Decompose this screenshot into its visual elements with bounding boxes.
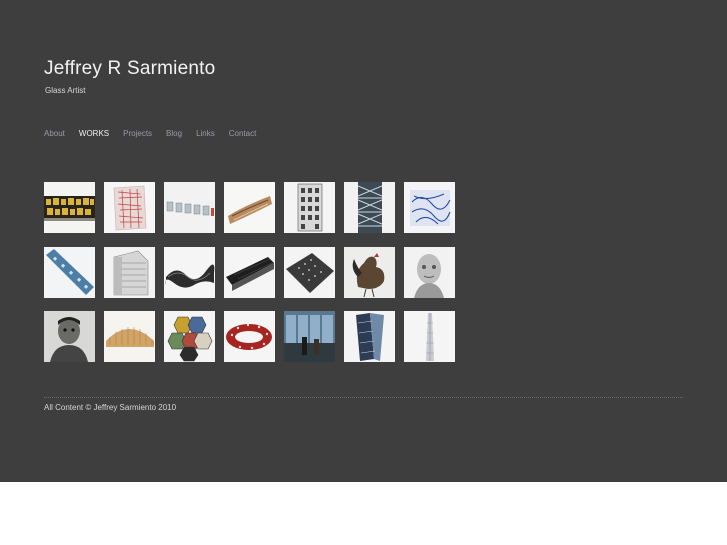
gallery-thumbnail[interactable]	[224, 247, 275, 298]
nav-links[interactable]: Links	[196, 129, 215, 138]
curved-glass-image	[224, 182, 275, 233]
gallery-thumbnail[interactable]	[104, 182, 155, 233]
gallery-thumbnail[interactable]	[164, 182, 215, 233]
folded-panel-image	[284, 247, 335, 298]
gallery-thumbnail[interactable]	[344, 247, 395, 298]
man-portrait-image	[44, 311, 95, 362]
bridge-panel-image	[344, 182, 395, 233]
portrait-glass-image	[404, 247, 455, 298]
gallery-thumbnail[interactable]	[344, 311, 395, 362]
gallery-thumbnail[interactable]	[164, 247, 215, 298]
footer-divider	[44, 397, 683, 398]
page-background: Jeffrey R Sarmiento Glass Artist About W…	[0, 0, 727, 482]
rooster-glass-image	[344, 247, 395, 298]
blue-pattern-block-image	[404, 182, 455, 233]
red-glass-block-image	[104, 182, 155, 233]
gold-mosaic-slab-image	[44, 182, 95, 233]
hexagon-tiles-image	[164, 311, 215, 362]
gallery-thumbnail[interactable]	[404, 247, 455, 298]
amber-dome-image	[104, 311, 155, 362]
nav-contact[interactable]: Contact	[229, 129, 257, 138]
gallery-thumbnail[interactable]	[224, 182, 275, 233]
gallery-thumbnail[interactable]	[284, 247, 335, 298]
blue-building-bar-image	[44, 247, 95, 298]
footer-copyright: All Content © Jeffrey Sarmiento 2010	[44, 403, 177, 412]
gallery-thumbnail[interactable]	[404, 182, 455, 233]
small-glass-tiles-image	[164, 182, 215, 233]
dark-grid-slab-image	[224, 247, 275, 298]
main-nav: About WORKS Projects Blog Links Contact	[44, 129, 270, 138]
gallery-thumbnail[interactable]	[44, 247, 95, 298]
nav-blog[interactable]: Blog	[166, 129, 182, 138]
gallery-thumbnail[interactable]	[164, 311, 215, 362]
gallery-thumbnail[interactable]	[44, 311, 95, 362]
gallery-thumbnail[interactable]	[284, 182, 335, 233]
nav-about[interactable]: About	[44, 129, 65, 138]
site-title[interactable]: Jeffrey R Sarmiento	[44, 58, 215, 80]
nav-projects[interactable]: Projects	[123, 129, 152, 138]
gallery-thumbnail[interactable]	[104, 247, 155, 298]
diagonal-panels-image	[344, 311, 395, 362]
site-subtitle: Glass Artist	[45, 86, 86, 95]
window-view-image	[284, 311, 335, 362]
dark-wave-panel-image	[164, 247, 215, 298]
gallery-thumbnail[interactable]	[404, 311, 455, 362]
nav-works[interactable]: WORKS	[79, 129, 109, 138]
gallery-thumbnail[interactable]	[224, 311, 275, 362]
gallery-thumbnail[interactable]	[344, 182, 395, 233]
gallery-thumbnail[interactable]	[44, 182, 95, 233]
gallery-thumbnail[interactable]	[284, 311, 335, 362]
gallery-thumbnail[interactable]	[104, 311, 155, 362]
building-facade-image	[104, 247, 155, 298]
tall-building-panel-image	[284, 182, 335, 233]
red-ring-image	[224, 311, 275, 362]
spire-image	[404, 311, 455, 362]
